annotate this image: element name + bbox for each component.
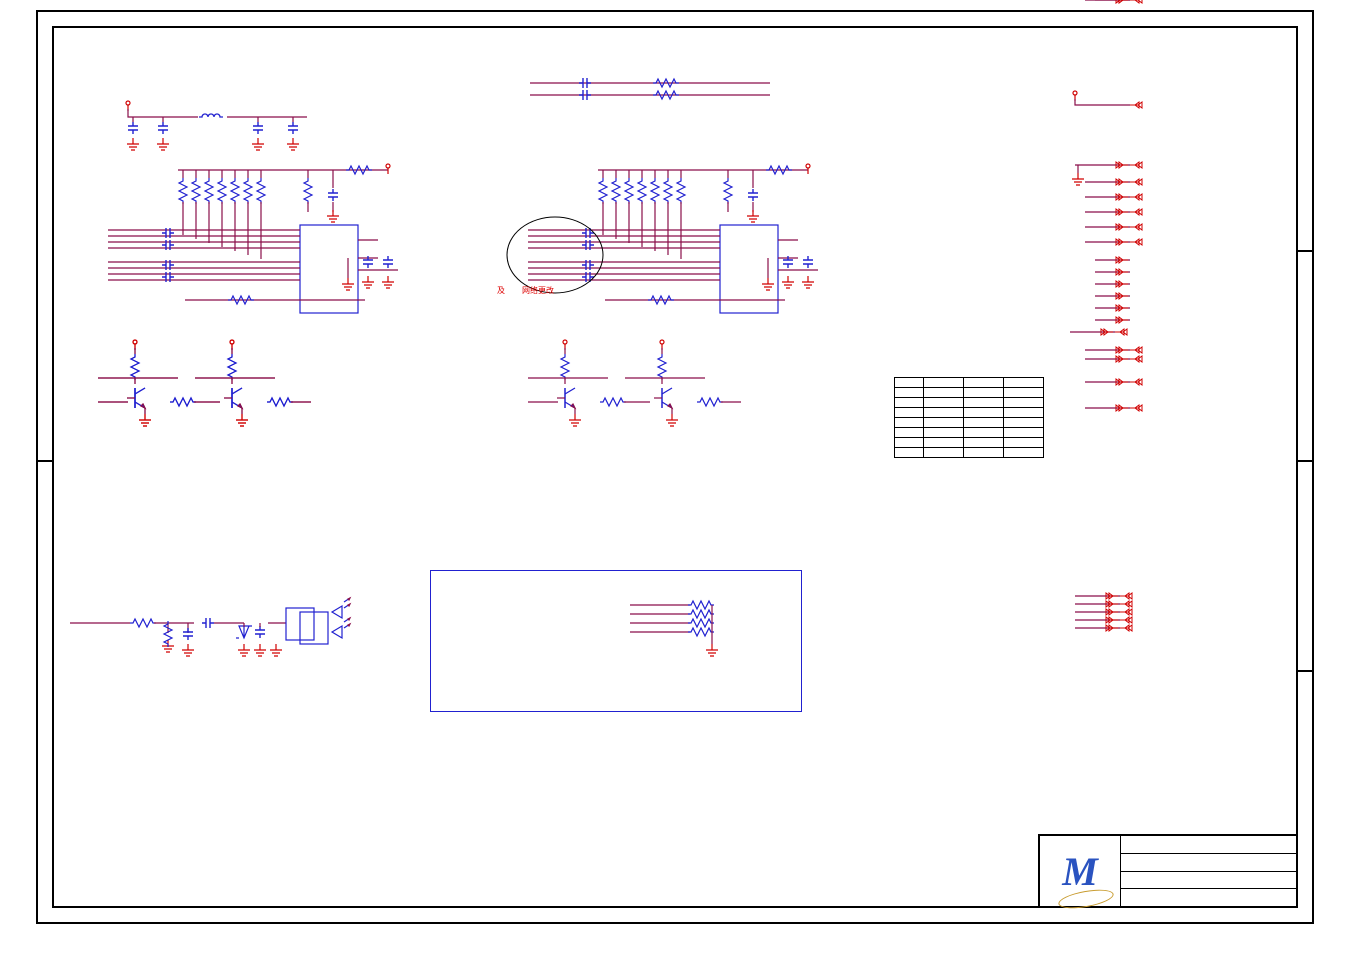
callout-note-b: 网络更改 [522,285,554,296]
rev-cell [895,398,924,408]
rev-cell [964,448,1004,458]
rev-cell [924,408,964,418]
schematic-sheet: 及 网络更改 M [0,0,1350,954]
title-row-2 [1121,872,1296,890]
rev-cell [1004,398,1044,408]
highlight-box [430,570,802,712]
rev-cell [1004,378,1044,388]
rev-cell [895,388,924,398]
title-block: M [1038,834,1298,908]
rev-cell [1004,388,1044,398]
rev-cell [924,418,964,428]
rev-cell [964,388,1004,398]
blk-transistor-center [528,340,741,426]
title-row-3 [1121,889,1296,906]
rev-cell [964,398,1004,408]
rev-cell [895,378,924,388]
schematic-canvas [0,0,1350,954]
blk-power-filter [126,101,307,150]
rev-cell [1004,418,1044,428]
blk-ports-br [1075,593,1132,631]
rev-cell [895,418,924,428]
rev-cell [924,388,964,398]
blk-ir [70,598,350,656]
logo: M [1040,836,1121,906]
blk-rc-pair [530,78,770,100]
blk-ports-right [1070,0,1142,411]
rev-cell [1004,428,1044,438]
rev-cell [895,438,924,448]
rev-cell [924,378,964,388]
blk-transistor-left [98,340,311,426]
revision-table [894,377,1044,458]
rev-cell [1004,408,1044,418]
rev-cell [895,448,924,458]
callout-note-a: 及 [497,285,505,296]
title-row-0 [1121,836,1296,854]
title-row-1 [1121,854,1296,872]
rev-cell [964,408,1004,418]
rev-cell [1004,448,1044,458]
rev-cell [924,428,964,438]
logo-orbit [1057,886,1115,911]
rev-cell [924,448,964,458]
rev-cell [895,428,924,438]
rev-cell [924,398,964,408]
rev-cell [964,438,1004,448]
rev-cell [964,378,1004,388]
rev-cell [1004,438,1044,448]
title-rows [1121,836,1296,906]
rev-cell [964,418,1004,428]
rev-cell [964,428,1004,438]
rev-cell [895,408,924,418]
rev-cell [924,438,964,448]
